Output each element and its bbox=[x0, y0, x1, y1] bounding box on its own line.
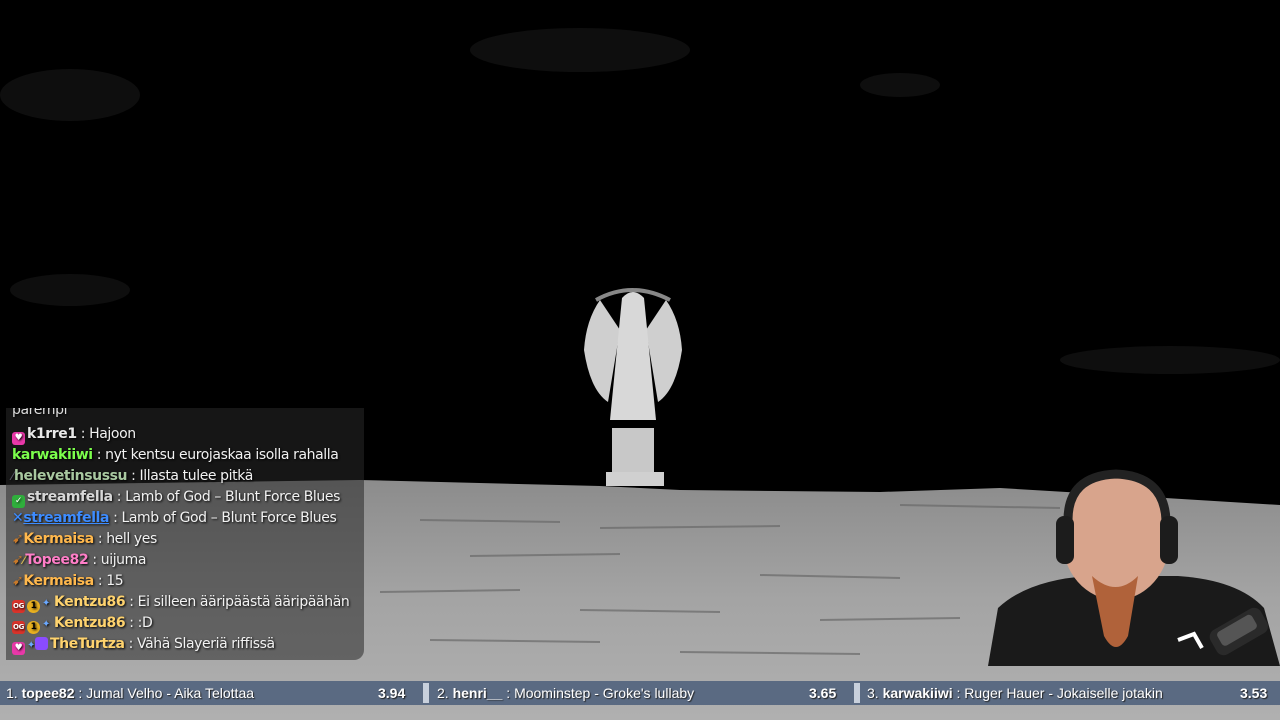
chat-text: Vähä Slayeriä riffissä bbox=[137, 636, 275, 652]
leaderboard-score: 3.94 bbox=[378, 685, 406, 701]
chat-username: streamfella bbox=[23, 510, 110, 526]
chat-username: Topee82 bbox=[25, 552, 89, 568]
chat-text: Hajoon bbox=[89, 426, 136, 442]
check-badge-icon: ✓ bbox=[12, 495, 25, 508]
heart-badge-icon: ♥ bbox=[12, 642, 25, 655]
chat-message: ⁄helevetinsussu : Illasta tulee pitkä bbox=[12, 468, 254, 484]
leaderboard-user: karwakiiwi bbox=[882, 685, 953, 701]
leaderboard-score: 3.53 bbox=[1240, 685, 1268, 701]
chat-text: Lamb of God – Blunt Force Blues bbox=[125, 489, 341, 505]
leaderboard-user: henri__ bbox=[452, 685, 503, 701]
webcam-feed bbox=[988, 469, 1280, 666]
og-badge-icon: OG bbox=[12, 621, 25, 634]
sword-badge-icon: ✕ bbox=[12, 510, 24, 526]
chat-text: Illasta tulee pitkä bbox=[139, 468, 254, 484]
og-badge-icon: OG bbox=[12, 600, 25, 613]
gun-badge-icon: ➹ bbox=[12, 531, 24, 547]
one-badge-icon: 1 bbox=[27, 621, 40, 634]
chat-username: helevetinsussu bbox=[13, 468, 128, 484]
chat-message: ✓ streamfella : Lamb of God – Blunt Force… bbox=[12, 487, 341, 508]
leaderboard-song: Ruger Hauer - Jokaiselle jotakin bbox=[964, 685, 1163, 701]
leaderboard-rank: 1. bbox=[6, 685, 18, 701]
chat-message: karwakiiwi : nyt kentsu eurojaskaa isoll… bbox=[12, 447, 339, 463]
chat-message: ➹Kermaisa : hell yes bbox=[12, 531, 157, 547]
leaderboard-entry: 3. karwakiiwi : Ruger Hauer - Jokaiselle… bbox=[867, 685, 1163, 701]
leaderboard-entry: 2. henri__ : Moominstep - Groke's lullab… bbox=[437, 685, 695, 701]
star-badge-icon: ✦ bbox=[42, 598, 50, 609]
chat-message: ♥ k1rre1 : Hajoon bbox=[12, 424, 136, 445]
chat-username: Kentzu86 bbox=[54, 615, 126, 631]
song-leaderboard-bar: 1. topee82 : Jumal Velho - Aika Telottaa… bbox=[0, 681, 1280, 705]
chat-text: Ei silleen ääripäästä ääripäähän bbox=[137, 594, 350, 610]
chat-message: OG 1 ✦ Kentzu86 : Ei silleen ääripäästä ää… bbox=[12, 594, 350, 613]
leaderboard-rank: 2. bbox=[437, 685, 449, 701]
chat-overlay: parempi ♥ k1rre1 : Hajoon karwakiiwi : ny… bbox=[6, 408, 364, 660]
chat-text: :D bbox=[137, 615, 153, 631]
chat-username: TheTurtza bbox=[49, 636, 125, 652]
sub-badge-icon bbox=[34, 637, 48, 650]
chat-message: ♥ ✦ TheTurtza : Vähä Slayeriä riffissä bbox=[12, 634, 275, 655]
chat-message: ➹Kermaisa : 15 bbox=[12, 573, 124, 589]
chat-message: ✕streamfella : Lamb of God – Blunt Force… bbox=[12, 510, 337, 526]
chat-username: streamfella bbox=[27, 489, 113, 505]
chat-partial-line: parempi bbox=[12, 408, 68, 418]
chat-message: ➹⁄Topee82 : uijuma bbox=[12, 552, 147, 568]
leaderboard-song: Moominstep - Groke's lullaby bbox=[514, 685, 695, 701]
leaderboard-user: topee82 bbox=[21, 685, 75, 701]
leaderboard-song: Jumal Velho - Aika Telottaa bbox=[86, 685, 255, 701]
chat-username: karwakiiwi bbox=[12, 447, 93, 463]
one-badge-icon: 1 bbox=[27, 600, 40, 613]
chat-username: Kermaisa bbox=[23, 531, 94, 547]
leaderboard-score: 3.65 bbox=[809, 685, 837, 701]
gun-badge-icon: ➹ bbox=[12, 552, 24, 568]
chat-message: OG 1 ✦ Kentzu86 : :D bbox=[12, 615, 153, 634]
chat-username: k1rre1 bbox=[27, 426, 77, 442]
star-badge-icon: ✦ bbox=[42, 619, 50, 630]
chat-text: hell yes bbox=[106, 531, 157, 547]
chat-username: Kentzu86 bbox=[54, 594, 126, 610]
gun-badge-icon: ➹ bbox=[12, 573, 24, 589]
leaderboard-divider bbox=[854, 683, 860, 703]
chat-text: uijuma bbox=[100, 552, 147, 568]
chat-text: nyt kentsu eurojaskaa isolla rahalla bbox=[105, 447, 339, 463]
leaderboard-entry: 1. topee82 : Jumal Velho - Aika Telottaa bbox=[6, 685, 255, 701]
chat-text: 15 bbox=[106, 573, 124, 589]
chat-username: Kermaisa bbox=[23, 573, 94, 589]
leaderboard-rank: 3. bbox=[867, 685, 879, 701]
leaderboard-divider bbox=[423, 683, 429, 703]
star-badge-icon: ✦ bbox=[27, 640, 35, 651]
heart-badge-icon: ♥ bbox=[12, 432, 25, 445]
chat-text: Lamb of God – Blunt Force Blues bbox=[121, 510, 337, 526]
